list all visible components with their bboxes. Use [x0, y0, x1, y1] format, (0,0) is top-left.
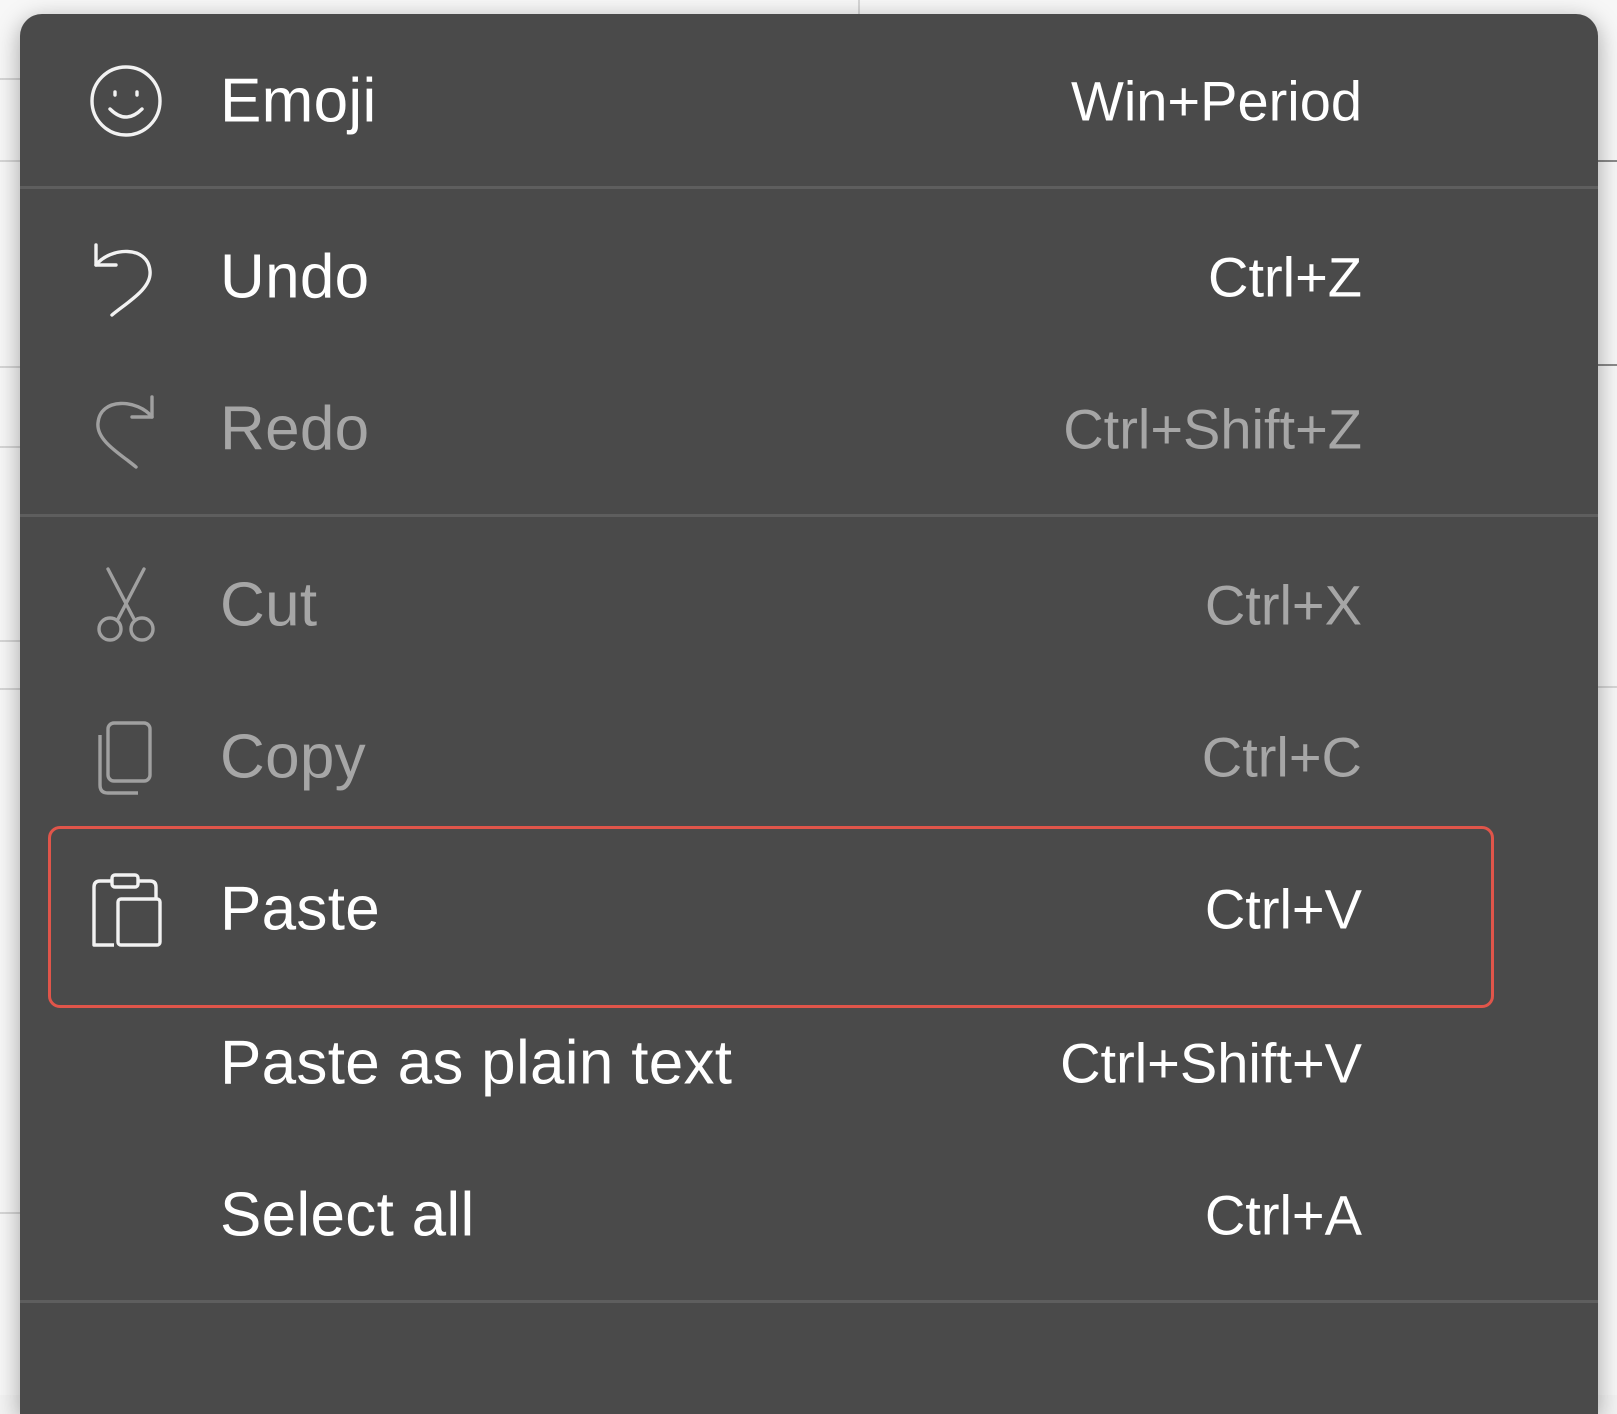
undo-icon — [86, 237, 166, 317]
menu-item-paste[interactable]: Paste Ctrl+V — [20, 834, 1598, 984]
background-gridline — [0, 160, 20, 162]
menu-item-select-all[interactable]: Select all Ctrl+A — [20, 1140, 1598, 1290]
background-gridline — [1598, 364, 1617, 366]
menu-item-label: Paste — [220, 874, 381, 944]
redo-icon — [86, 389, 166, 469]
menu-item-label: Cut — [220, 570, 318, 640]
background-gridline — [1598, 160, 1617, 162]
menu-item-label: Select all — [220, 1180, 475, 1250]
menu-item-redo[interactable]: Redo Ctrl+Shift+Z — [20, 354, 1598, 504]
background-gridline — [0, 640, 20, 642]
menu-item-shortcut: Ctrl+Z — [1208, 245, 1362, 309]
menu-separator — [20, 514, 1598, 517]
scissors-icon — [86, 565, 166, 645]
copy-icon — [86, 717, 166, 797]
background-gridline — [858, 0, 860, 14]
background-gridline — [1598, 686, 1617, 688]
menu-item-label: Paste as plain text — [220, 1028, 733, 1098]
menu-item-copy[interactable]: Copy Ctrl+C — [20, 682, 1598, 832]
background-gridline — [0, 1212, 20, 1214]
menu-item-cut[interactable]: Cut Ctrl+X — [20, 530, 1598, 680]
menu-item-shortcut: Win+Period — [1070, 69, 1362, 133]
menu-item-undo[interactable]: Undo Ctrl+Z — [20, 202, 1598, 352]
background-gridline — [0, 78, 20, 80]
context-menu: Emoji Win+Period Undo Ctrl+Z Redo Ctrl+S… — [20, 14, 1598, 1414]
background-gridline — [0, 446, 20, 448]
menu-separator — [20, 1300, 1598, 1303]
menu-item-shortcut: Ctrl+C — [1201, 725, 1362, 789]
menu-item-shortcut: Ctrl+A — [1204, 1183, 1362, 1247]
menu-item-paste-plain-text[interactable]: Paste as plain text Ctrl+Shift+V — [20, 988, 1598, 1138]
menu-separator — [20, 186, 1598, 189]
emoji-icon — [86, 61, 166, 141]
menu-item-emoji[interactable]: Emoji Win+Period — [20, 26, 1598, 176]
clipboard-icon — [86, 869, 166, 949]
menu-item-label: Redo — [220, 394, 370, 464]
menu-item-label: Copy — [220, 722, 366, 792]
menu-item-shortcut: Ctrl+Shift+Z — [1063, 397, 1362, 461]
background-gridline — [0, 366, 20, 368]
menu-item-shortcut: Ctrl+X — [1204, 573, 1362, 637]
menu-item-label: Emoji — [220, 66, 377, 136]
menu-item-shortcut: Ctrl+V — [1204, 877, 1362, 941]
background-gridline — [0, 688, 20, 690]
menu-item-shortcut: Ctrl+Shift+V — [1060, 1031, 1362, 1095]
menu-item-label: Undo — [220, 242, 370, 312]
